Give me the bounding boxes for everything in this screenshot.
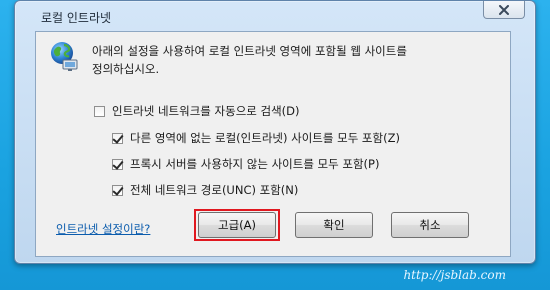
include-local-sites-label: 다른 영역에 없는 로컬(인트라넷) 사이트를 모두 포함(Z) bbox=[130, 131, 400, 145]
bypass-proxy-label: 프록시 서버를 사용하지 않는 사이트를 모두 포함(P) bbox=[130, 157, 380, 171]
intro-line-1: 아래의 설정을 사용하여 로컬 인트라넷 영역에 포함될 웹 사이트를 bbox=[92, 44, 407, 58]
include-unc-label: 전체 네트워크 경로(UNC) 포함(N) bbox=[130, 183, 299, 197]
window-title: 로컬 인트라넷 bbox=[41, 11, 112, 25]
include-local-sites-option[interactable]: 다른 영역에 없는 로컬(인트라넷) 사이트를 모두 포함(Z) bbox=[112, 130, 400, 146]
close-icon bbox=[498, 4, 510, 15]
local-intranet-dialog: 로컬 인트라넷 아래의 설정을 사용하여 로컬 인트라넷 영역에 포함될 웹 사… bbox=[14, 0, 536, 264]
bypass-proxy-option[interactable]: 프록시 서버를 사용하지 않는 사이트를 모두 포함(P) bbox=[112, 156, 379, 172]
include-local-sites-checkbox[interactable] bbox=[112, 132, 123, 144]
title-bar[interactable]: 로컬 인트라넷 bbox=[15, 1, 535, 31]
intro-line-2: 정의하십시오. bbox=[92, 62, 160, 76]
auto-detect-option[interactable]: 인트라넷 네트워크를 자동으로 검색(D) bbox=[94, 103, 300, 119]
auto-detect-checkbox[interactable] bbox=[94, 105, 105, 117]
cancel-button[interactable]: 취소 bbox=[391, 212, 469, 238]
include-unc-option[interactable]: 전체 네트워크 경로(UNC) 포함(N) bbox=[112, 182, 298, 198]
globe-network-icon bbox=[48, 40, 80, 72]
advanced-button[interactable]: 고급(A) bbox=[198, 212, 276, 238]
dialog-client-area: 아래의 설정을 사용하여 로컬 인트라넷 영역에 포함될 웹 사이트를 정의하십… bbox=[35, 31, 511, 257]
desktop-background: 로컬 인트라넷 아래의 설정을 사용하여 로컬 인트라넷 영역에 포함될 웹 사… bbox=[0, 0, 550, 290]
include-unc-checkbox[interactable] bbox=[112, 184, 123, 196]
watermark-text: http://jsblab.com bbox=[403, 268, 506, 282]
ok-button[interactable]: 확인 bbox=[295, 212, 373, 238]
intro-text: 아래의 설정을 사용하여 로컬 인트라넷 영역에 포함될 웹 사이트를 정의하십… bbox=[92, 42, 502, 78]
auto-detect-label: 인트라넷 네트워크를 자동으로 검색(D) bbox=[112, 104, 300, 118]
close-button[interactable] bbox=[483, 1, 525, 19]
bypass-proxy-checkbox[interactable] bbox=[112, 158, 123, 170]
help-link[interactable]: 인트라넷 설정이란? bbox=[56, 221, 150, 237]
